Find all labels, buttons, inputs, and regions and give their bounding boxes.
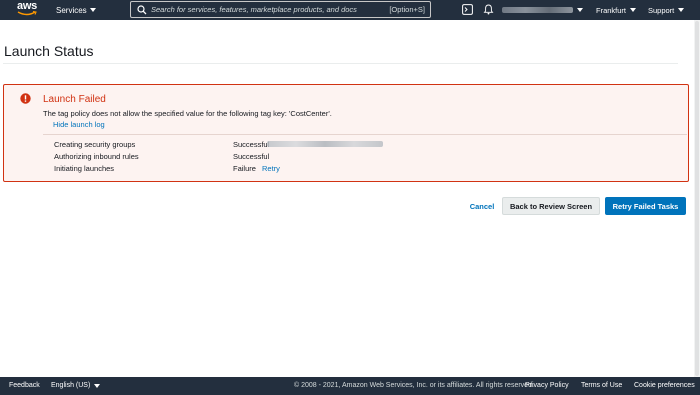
redacted-resource-id	[267, 141, 383, 147]
hide-launch-log-link[interactable]: Hide launch log	[53, 120, 105, 129]
alert-title: Launch Failed	[43, 94, 106, 105]
log-step: Initiating launches	[54, 164, 115, 173]
terms-of-use-link[interactable]: Terms of Use	[581, 382, 622, 389]
error-icon	[20, 93, 31, 104]
services-menu[interactable]: Services	[56, 0, 96, 20]
retry-failed-tasks-button[interactable]: Retry Failed Tasks	[605, 197, 686, 215]
caret-down-icon	[630, 8, 637, 12]
services-label: Services	[56, 5, 87, 15]
aws-logo[interactable]: aws	[17, 1, 39, 18]
language-selector[interactable]: English (US)	[51, 382, 101, 389]
log-step: Creating security groups	[54, 140, 136, 149]
cancel-button[interactable]: Cancel	[466, 197, 498, 215]
top-navigation: aws Services [Option+S] Frankfurt Suppor…	[0, 0, 700, 20]
log-status: Successful	[233, 152, 270, 161]
alert-message: The tag policy does not allow the specif…	[43, 109, 332, 118]
log-divider	[43, 134, 687, 135]
cloudshell-icon[interactable]	[462, 4, 473, 15]
log-step: Authorizing inbound rules	[54, 152, 139, 161]
scrollbar-thumb[interactable]	[695, 21, 699, 376]
region-label: Frankfurt	[596, 5, 627, 15]
caret-down-icon	[89, 8, 96, 12]
launch-failed-alert: Launch Failed The tag policy does not al…	[3, 84, 689, 182]
copyright-text: © 2008 - 2021, Amazon Web Services, Inc.…	[294, 382, 534, 389]
aws-logo-text: aws	[17, 0, 37, 12]
search-input[interactable]	[151, 5, 381, 14]
footer: Feedback English (US) © 2008 - 2021, Ama…	[0, 377, 700, 395]
account-caret-down-icon[interactable]	[577, 8, 583, 12]
cookie-preferences-link[interactable]: Cookie preferences	[634, 382, 695, 389]
feedback-link[interactable]: Feedback	[9, 382, 40, 389]
account-menu[interactable]	[502, 7, 573, 13]
bell-icon[interactable]	[483, 4, 494, 15]
support-label: Support	[648, 5, 675, 15]
title-divider	[3, 63, 678, 64]
log-status: Failure	[233, 164, 256, 173]
log-status: Successful	[233, 140, 270, 149]
region-selector[interactable]: Frankfurt	[596, 0, 637, 20]
page-scrollbar[interactable]	[694, 20, 700, 377]
caret-down-icon	[678, 8, 685, 12]
support-menu[interactable]: Support	[648, 0, 685, 20]
caret-down-icon	[94, 383, 101, 388]
search-icon	[137, 4, 147, 14]
back-to-review-button[interactable]: Back to Review Screen	[502, 197, 600, 215]
language-label: English (US)	[51, 382, 91, 389]
privacy-policy-link[interactable]: Privacy Policy	[525, 382, 569, 389]
search-bar[interactable]: [Option+S]	[130, 1, 431, 18]
search-shortcut-hint: [Option+S]	[389, 5, 425, 14]
retry-link[interactable]: Retry	[262, 164, 280, 173]
page-title: Launch Status	[4, 43, 94, 59]
